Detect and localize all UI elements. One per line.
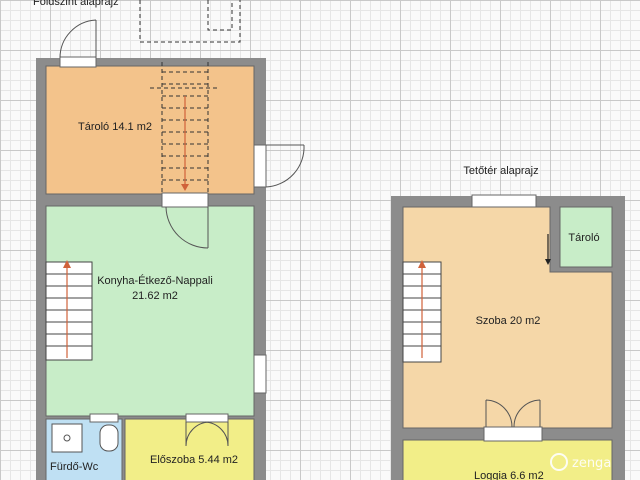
door-opening-kitchen-hallway xyxy=(185,413,229,423)
label-loggia: Loggia 6.6 m2 xyxy=(474,470,544,480)
window-opening-attic-top xyxy=(471,194,537,208)
room-hallway xyxy=(124,418,255,480)
attic-floor-plan: Tetőtér alaprajz Tároló Szoba 20 m2 Logg… xyxy=(391,165,625,480)
label-kitchen-line2: 21.62 m2 xyxy=(132,290,178,302)
roof-outline-dashed xyxy=(139,0,241,43)
door-swing-ground-top xyxy=(59,19,97,59)
ground-floor-title: Földszint alaprajz xyxy=(33,0,119,8)
door-opening-ground-top xyxy=(59,56,97,68)
watermark-brand: zenga xyxy=(572,456,611,471)
chimney-outline-dashed xyxy=(207,0,233,31)
attic-floor-title: Tetőtér alaprajz xyxy=(463,165,538,177)
label-kitchen-line1: Konyha-Étkező-Nappali xyxy=(97,274,213,287)
floor-plan-drawing: Földszint alaprajz Tároló 14.1 m2 Konyha… xyxy=(33,0,625,480)
staircase-attic xyxy=(402,260,442,363)
door-swing-ground-right xyxy=(265,144,305,188)
ground-floor-plan: Földszint alaprajz Tároló 14.1 m2 Konyha… xyxy=(33,0,305,480)
label-storage-attic: Tároló xyxy=(568,232,599,244)
label-bathroom: Fürdő-Wc xyxy=(50,461,99,473)
bathroom-opening xyxy=(89,413,119,423)
staircase-kitchen xyxy=(45,260,93,361)
door-opening-bedroom-loggia xyxy=(483,426,543,442)
label-bedroom: Szoba 20 m2 xyxy=(476,315,541,327)
label-hallway: Előszoba 5.44 m2 xyxy=(150,454,238,466)
door-opening-storage-kitchen xyxy=(161,192,209,208)
door-opening-ground-right xyxy=(253,144,267,188)
label-storage-ground: Tároló 14.1 m2 xyxy=(78,121,152,133)
window-opening-ground-right xyxy=(253,354,267,394)
